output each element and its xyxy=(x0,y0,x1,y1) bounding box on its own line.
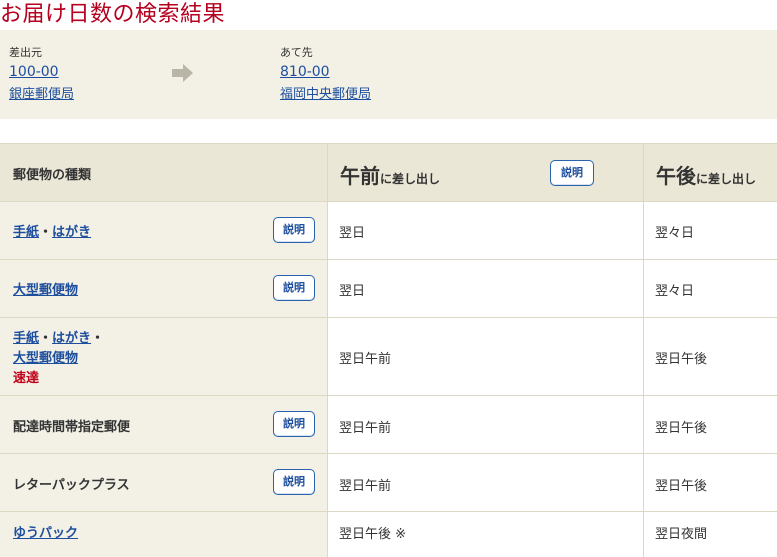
type-cell: レターパックプラス 説明 xyxy=(0,454,328,511)
pm-value: 翌日午後 xyxy=(655,421,708,436)
type-link-postcard[interactable]: はがき xyxy=(52,225,91,240)
pm-cell: 翌々日 xyxy=(644,260,777,317)
type-link-yu-pack[interactable]: ゆうパック xyxy=(13,526,78,541)
type-cell: ゆうパック xyxy=(0,512,328,557)
type-link-large-mail[interactable]: 大型郵便物 xyxy=(13,283,78,298)
separator: ・ xyxy=(39,331,53,346)
am-value: 翌日 xyxy=(339,226,366,241)
from-label: 差出元 xyxy=(9,46,42,59)
am-cell: 翌日 xyxy=(328,202,644,259)
type-label: ゆうパック xyxy=(13,522,78,541)
from-office-link[interactable]: 銀座郵便局 xyxy=(9,83,74,102)
table-row: 手紙・はがき 説明 翌日 翌々日 xyxy=(0,201,777,259)
separator: ・ xyxy=(39,225,53,240)
type-cell: 大型郵便物 説明 xyxy=(0,260,328,317)
pm-cell: 翌日午後 xyxy=(644,396,777,453)
am-value: 翌日午前 xyxy=(339,421,392,436)
type-link-large-mail[interactable]: 大型郵便物 xyxy=(13,351,78,366)
header-pm-small: に差し出し xyxy=(696,172,757,186)
to-label: あて先 xyxy=(280,46,313,59)
type-link-letter[interactable]: 手紙 xyxy=(13,225,39,240)
header-pm-cell: 午後に差し出し xyxy=(644,144,777,201)
explain-button[interactable]: 説明 xyxy=(273,411,315,437)
am-cell: 翌日午前 xyxy=(328,396,644,453)
pm-value: 翌日午後 xyxy=(655,479,708,494)
header-am-label: 午前に差し出し xyxy=(340,160,440,189)
right-arrow-icon xyxy=(172,64,193,82)
to-office-link[interactable]: 福岡中央郵便局 xyxy=(280,83,371,102)
am-value: 翌日 xyxy=(339,284,366,299)
delivery-days-table: 郵便物の種類 午前に差し出し 説明 午後に差し出し 手紙・はがき 説明 翌日 翌… xyxy=(0,143,777,557)
explain-button[interactable]: 説明 xyxy=(273,469,315,495)
am-value: 翌日午後 ※ xyxy=(339,527,407,542)
type-cell: 配達時間帯指定郵便 説明 xyxy=(0,396,328,453)
header-am-cell: 午前に差し出し 説明 xyxy=(328,144,644,201)
type-label: 手紙・はがき xyxy=(13,221,91,240)
pm-cell: 翌日午後 xyxy=(644,318,777,395)
table-row: ゆうパック 翌日午後 ※ 翌日夜間 xyxy=(0,511,777,557)
type-link-letter[interactable]: 手紙 xyxy=(13,331,39,346)
header-pm-label: 午後に差し出し xyxy=(656,160,756,189)
to-zip-link[interactable]: 810-00 xyxy=(280,64,330,80)
type-label: レターパックプラス xyxy=(13,478,130,493)
type-label: 大型郵便物 xyxy=(13,279,78,298)
table-row: 大型郵便物 説明 翌日 翌々日 xyxy=(0,259,777,317)
type-link-postcard[interactable]: はがき xyxy=(52,331,91,346)
am-cell: 翌日 xyxy=(328,260,644,317)
separator: ・ xyxy=(91,331,105,346)
header-pm-big: 午後 xyxy=(656,164,696,188)
route-panel: 差出元 100-00 銀座郵便局 あて先 810-00 福岡中央郵便局 xyxy=(0,30,777,119)
table-header-row: 郵便物の種類 午前に差し出し 説明 午後に差し出し xyxy=(0,143,777,201)
pm-cell: 翌日夜間 xyxy=(644,512,777,557)
type-cell: 手紙・はがき・ 大型郵便物 速達 xyxy=(0,318,328,395)
type-label-line2: 大型郵便物 xyxy=(13,347,78,366)
table-row: 手紙・はがき・ 大型郵便物 速達 翌日午前 翌日午後 xyxy=(0,317,777,395)
pm-cell: 翌日午後 xyxy=(644,454,777,511)
pm-cell: 翌々日 xyxy=(644,202,777,259)
table-row: レターパックプラス 説明 翌日午前 翌日午後 xyxy=(0,453,777,511)
header-type-cell: 郵便物の種類 xyxy=(0,144,328,201)
pm-value: 翌日午後 xyxy=(655,352,708,367)
pm-value: 翌々日 xyxy=(655,284,695,299)
am-value: 翌日午前 xyxy=(339,479,392,494)
am-explain-button[interactable]: 説明 xyxy=(550,160,594,186)
table-row: 配達時間帯指定郵便 説明 翌日午前 翌日午後 xyxy=(0,395,777,453)
page-title: お届け日数の検索結果 xyxy=(0,2,226,27)
header-type-label: 郵便物の種類 xyxy=(13,168,92,183)
type-label: 配達時間帯指定郵便 xyxy=(13,420,131,435)
am-cell: 翌日午後 ※ xyxy=(328,512,644,557)
from-zip-link[interactable]: 100-00 xyxy=(9,64,59,80)
am-cell: 翌日午前 xyxy=(328,318,644,395)
express-label: 速達 xyxy=(13,371,40,386)
header-am-small: に差し出し xyxy=(380,172,441,186)
am-cell: 翌日午前 xyxy=(328,454,644,511)
header-am-big: 午前 xyxy=(340,164,380,188)
pm-value: 翌日夜間 xyxy=(655,527,708,542)
type-label-line1: 手紙・はがき・ xyxy=(13,327,104,346)
pm-value: 翌々日 xyxy=(655,226,695,241)
explain-button[interactable]: 説明 xyxy=(273,275,315,301)
type-cell: 手紙・はがき 説明 xyxy=(0,202,328,259)
explain-button[interactable]: 説明 xyxy=(273,217,315,243)
am-value: 翌日午前 xyxy=(339,352,392,367)
